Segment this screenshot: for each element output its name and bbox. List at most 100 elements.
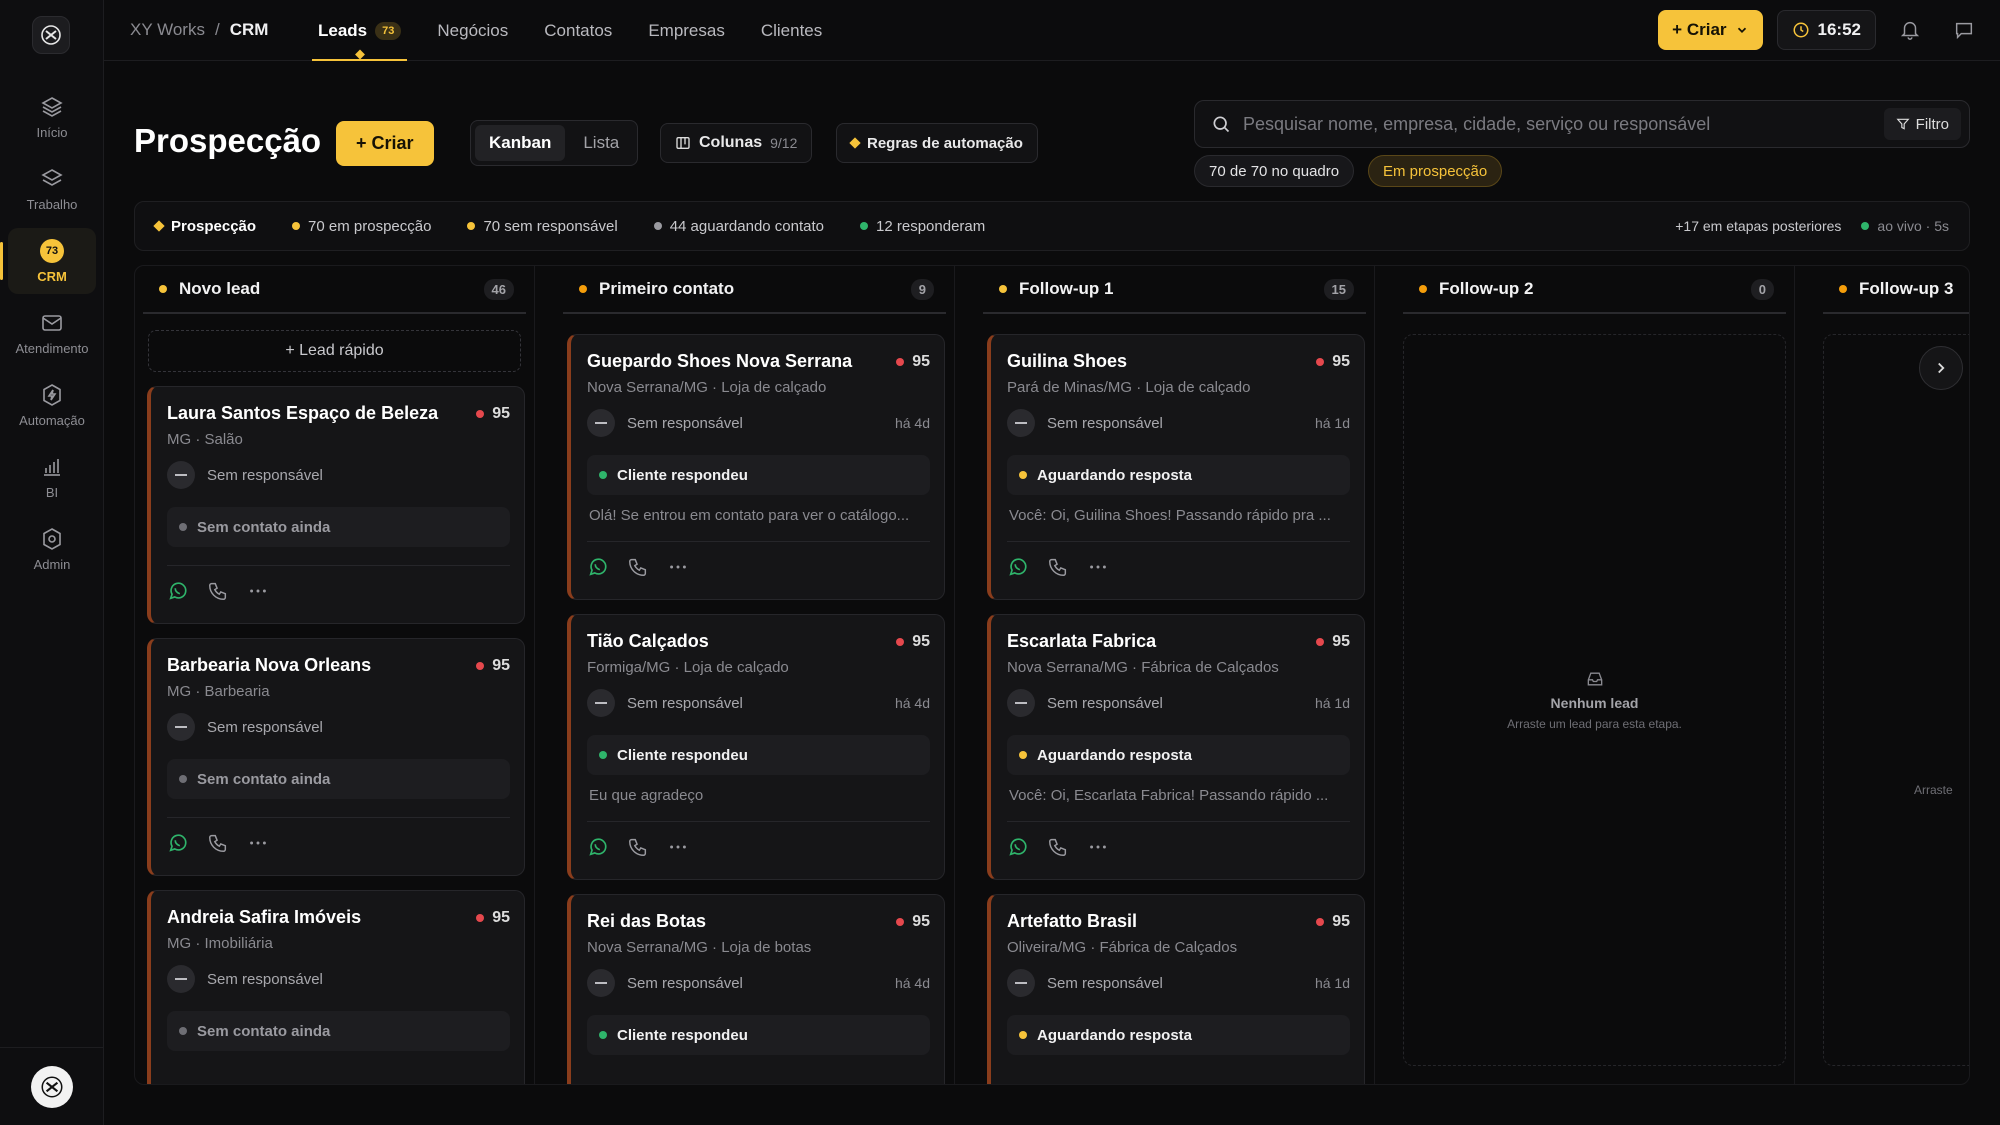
breadcrumb-separator: / [214, 20, 220, 39]
more-icon[interactable] [247, 580, 269, 602]
sidebar-item-atendimento[interactable]: Atendimento [8, 300, 96, 366]
lead-owner[interactable]: Sem responsável há 1d [1007, 409, 1350, 437]
more-icon[interactable] [247, 832, 269, 854]
status-label: Aguardando resposta [1037, 746, 1193, 764]
score-value: 95 [1332, 913, 1350, 930]
lead-owner[interactable]: Sem responsável há 4d [587, 689, 930, 717]
empty-drop-zone[interactable]: Arraste [1823, 334, 1969, 1066]
topbar-actions: + Criar 16:52 [1658, 10, 1984, 50]
lead-card[interactable]: Barbearia Nova Orleans 95 MG · Barbearia… [147, 638, 525, 876]
stats-right: +17 em etapas posteriores ao vivo · 5s [1675, 218, 1949, 234]
lead-card[interactable]: Tião Calçados 95 Formiga/MG · Loja de ca… [567, 614, 945, 880]
status-dot [653, 222, 662, 230]
more-icon[interactable] [667, 556, 689, 578]
automation-rules-button[interactable]: Regras de automação [836, 123, 1038, 163]
clock-timer[interactable]: 16:52 [1776, 10, 1876, 50]
lead-status: Sem contato ainda [167, 759, 510, 799]
crm-badge: 73 [40, 238, 64, 263]
live-label: ao vivo · 5s [1877, 218, 1949, 234]
lead-score: 95 [476, 405, 510, 423]
tab-leads[interactable]: Leads 73 [300, 0, 419, 61]
last-activity: há 4d [894, 695, 930, 711]
sidebar-item-admin[interactable]: Admin [8, 516, 96, 582]
breadcrumb-section[interactable]: CRM [230, 20, 269, 40]
empty-drop-zone[interactable]: Nenhum lead Arraste um lead para esta et… [1403, 334, 1786, 1066]
column-title: Primeiro contato [599, 279, 735, 298]
tab-negocios[interactable]: Negócios [419, 0, 526, 61]
sidebar-item-automacao[interactable]: Automação [8, 372, 96, 438]
empty-title: Nenhum lead [1550, 695, 1639, 711]
lead-owner[interactable]: Sem responsável [167, 713, 510, 741]
board-count-chip[interactable]: 70 de 70 no quadro [1194, 155, 1355, 187]
sidebar-item-crm[interactable]: 73 CRM [0, 228, 96, 294]
tab-label: Contatos [544, 20, 613, 40]
phone-icon[interactable] [207, 832, 229, 854]
phone-icon[interactable] [627, 556, 649, 578]
create-label: + Criar [1672, 20, 1727, 39]
lead-status: Aguardando resposta [1007, 735, 1350, 775]
status-dot [599, 751, 607, 759]
lead-card[interactable]: Escarlata Fabrica 95 Nova Serrana/MG · F… [987, 614, 1365, 880]
phone-icon[interactable] [1047, 556, 1069, 578]
stat-label: 70 sem responsável [483, 217, 618, 235]
lead-card[interactable]: Rei das Botas 95 Nova Serrana/MG · Loja … [567, 894, 945, 1084]
lead-card[interactable]: Laura Santos Espaço de Beleza 95 MG · Sa… [147, 386, 525, 624]
bell-icon [1900, 22, 1920, 40]
avatar[interactable] [31, 1065, 73, 1108]
view-kanban-button[interactable]: Kanban [475, 125, 566, 161]
lead-card[interactable]: Andreia Safira Imóveis 95 MG · Imobiliár… [147, 890, 525, 1084]
phone-icon[interactable] [1047, 836, 1069, 858]
owner-label: Sem responsável [207, 718, 323, 736]
quick-add-lead-button[interactable]: + Lead rápido [148, 330, 521, 372]
create-lead-button[interactable]: + Criar [336, 121, 434, 166]
lead-card[interactable]: Artefatto Brasil 95 Oliveira/MG · Fábric… [987, 894, 1365, 1084]
notifications-button[interactable] [1890, 10, 1930, 50]
owner-label: Sem responsável [627, 414, 743, 432]
lead-owner[interactable]: Sem responsável há 1d [1007, 969, 1350, 997]
tab-clientes[interactable]: Clientes [743, 0, 840, 61]
tab-contatos[interactable]: Contatos [526, 0, 630, 61]
score-value: 95 [912, 633, 930, 650]
messages-button[interactable] [1944, 10, 1984, 50]
lead-owner[interactable]: Sem responsável há 4d [587, 409, 930, 437]
more-icon[interactable] [1087, 836, 1109, 858]
phone-icon[interactable] [207, 580, 229, 602]
whatsapp-icon[interactable] [167, 832, 189, 854]
sidebar-item-trabalho[interactable]: Trabalho [8, 156, 96, 222]
brand-logo[interactable] [32, 16, 70, 54]
whatsapp-icon[interactable] [1007, 556, 1029, 578]
columns-icon [676, 137, 690, 149]
sidebar-item-label: Admin [33, 556, 71, 572]
lead-location: MG · Imobiliária [167, 935, 273, 952]
column-header: Follow-up 3 [1823, 266, 1969, 314]
top-create-button[interactable]: + Criar [1658, 10, 1763, 50]
lead-owner[interactable]: Sem responsável há 4d [587, 969, 930, 997]
whatsapp-icon[interactable] [587, 836, 609, 858]
tab-empresas[interactable]: Empresas [630, 0, 743, 61]
lead-owner[interactable]: Sem responsável [167, 965, 510, 993]
last-message: Eu que agradeço [589, 787, 704, 804]
sidebar-item-bi[interactable]: BI [8, 444, 96, 510]
column-title: Novo lead [179, 279, 261, 298]
view-list-button[interactable]: Lista [569, 125, 633, 161]
lead-card[interactable]: Guepardo Shoes Nova Serrana 95 Nova Serr… [567, 334, 945, 600]
whatsapp-icon[interactable] [167, 580, 189, 602]
prospecting-filter-chip[interactable]: Em prospecção [1368, 155, 1503, 187]
status-dot [599, 1031, 607, 1039]
lead-owner[interactable]: Sem responsável há 1d [1007, 689, 1350, 717]
filter-button[interactable]: Filtro [1883, 108, 1961, 140]
phone-icon[interactable] [627, 836, 649, 858]
breadcrumb-workspace[interactable]: XY Works [130, 20, 205, 40]
no-owner-icon [587, 689, 615, 717]
columns-button[interactable]: Colunas 9/12 [660, 123, 813, 163]
view-toggle: Kanban Lista [470, 120, 639, 166]
more-icon[interactable] [667, 836, 689, 858]
lead-card[interactable]: Guilina Shoes 95 Pará de Minas/MG · Loja… [987, 334, 1365, 600]
lead-owner[interactable]: Sem responsável [167, 461, 510, 489]
search-input[interactable] [1243, 113, 1884, 135]
sidebar-item-inicio[interactable]: Início [8, 84, 96, 150]
whatsapp-icon[interactable] [1007, 836, 1029, 858]
whatsapp-icon[interactable] [587, 556, 609, 578]
scroll-right-button[interactable] [1919, 346, 1963, 390]
more-icon[interactable] [1087, 556, 1109, 578]
